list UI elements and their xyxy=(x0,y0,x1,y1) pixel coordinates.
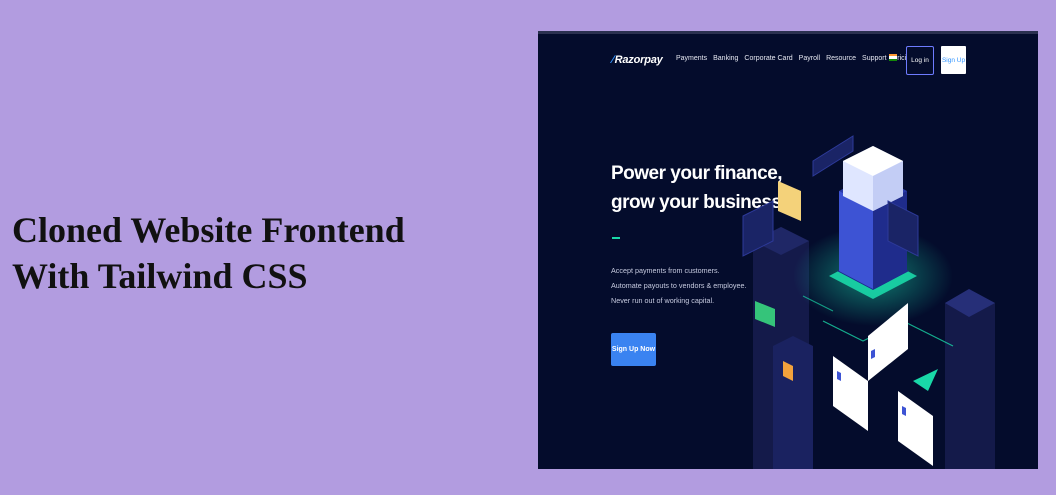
caption-line-1: Cloned Website Frontend xyxy=(12,210,405,250)
accent-dash xyxy=(612,237,620,239)
nav-item-payments[interactable]: Payments xyxy=(676,55,707,62)
nav-item-payroll[interactable]: Payroll xyxy=(799,55,820,62)
nav-item-support[interactable]: Support xyxy=(862,55,887,62)
nav-menu: Payments Banking Corporate Card Payroll … xyxy=(676,55,914,62)
nav-item-resource[interactable]: Resource xyxy=(826,55,856,62)
caption-line-2: With Tailwind CSS xyxy=(12,256,308,296)
hero-description: Accept payments from customers. Automate… xyxy=(611,266,747,305)
nav-item-banking[interactable]: Banking xyxy=(713,55,738,62)
site-navbar: ∕Razorpay Payments Banking Corporate Car… xyxy=(538,45,1038,75)
signup-button[interactable]: Sign Up xyxy=(941,46,966,74)
logo-text: Razorpay xyxy=(614,54,663,66)
page-caption: Cloned Website Frontend With Tailwind CS… xyxy=(12,207,405,299)
signup-now-button[interactable]: Sign Up Now xyxy=(611,333,656,366)
hero-illustration xyxy=(742,135,995,469)
razorpay-logo-mark-icon: ∕ xyxy=(612,54,614,66)
website-screenshot: ∕Razorpay Payments Banking Corporate Car… xyxy=(538,31,1038,469)
razorpay-logo[interactable]: ∕Razorpay xyxy=(612,54,663,66)
nav-item-corporate-card[interactable]: Corporate Card xyxy=(744,55,792,62)
login-button[interactable]: Log in xyxy=(906,46,934,75)
india-flag-icon[interactable] xyxy=(889,54,897,61)
